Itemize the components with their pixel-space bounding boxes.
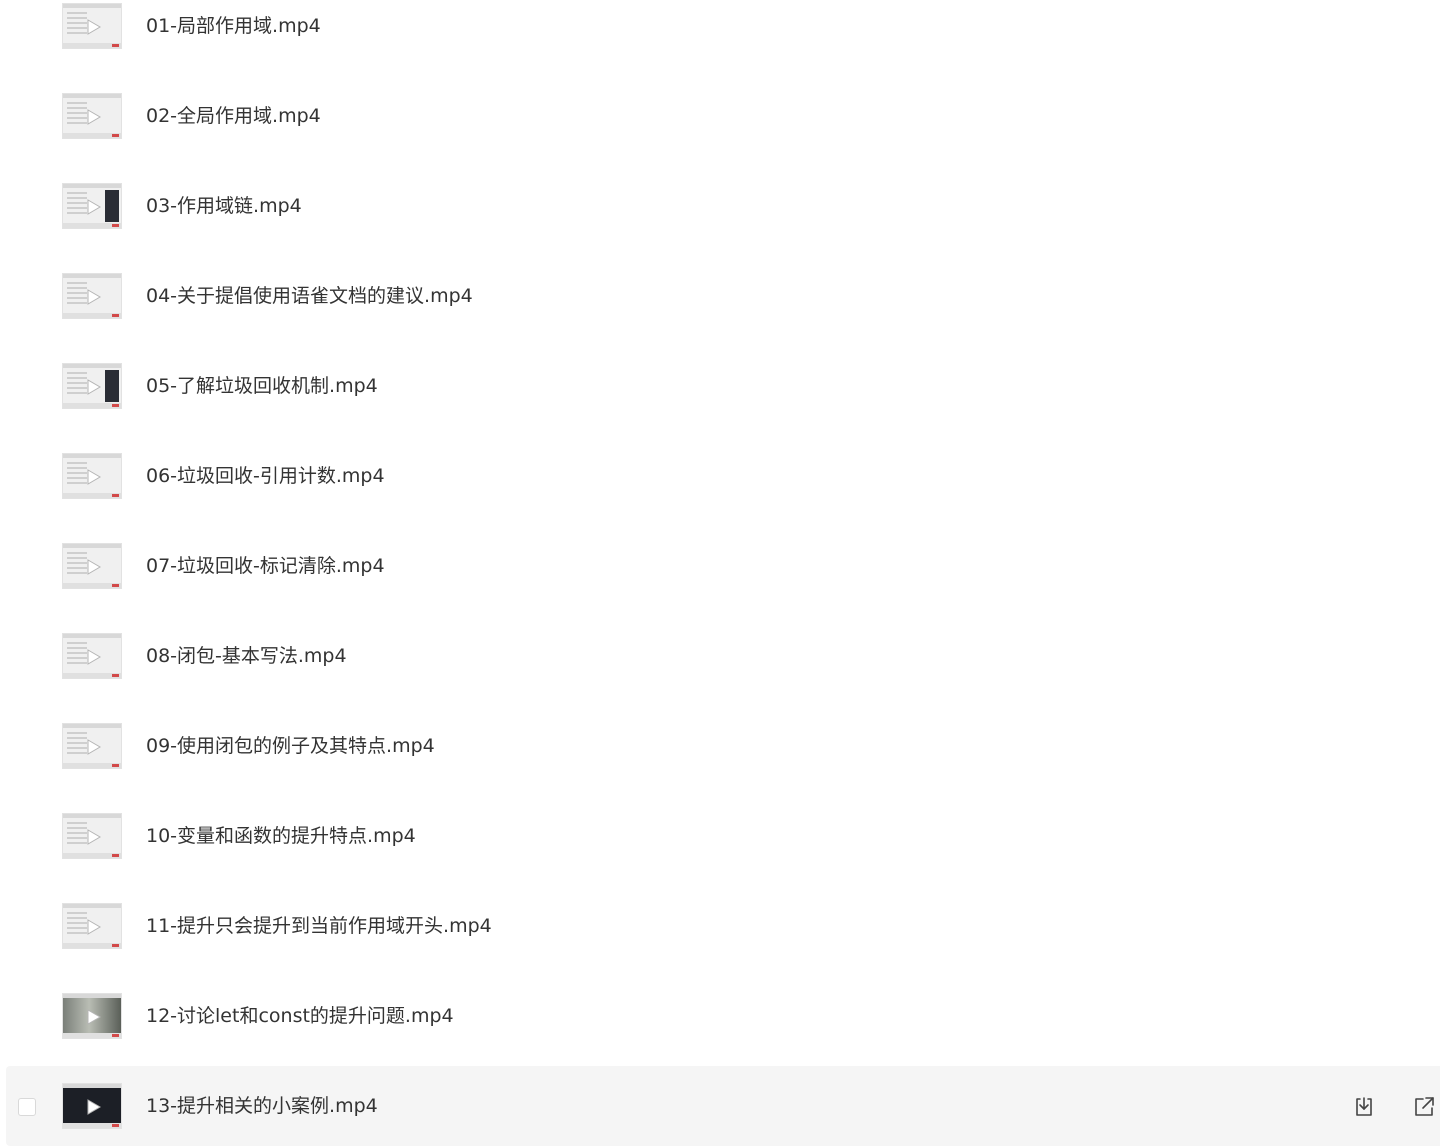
file-row[interactable]: 04-关于提倡使用语雀文档的建议.mp4 <box>6 256 1440 336</box>
play-icon <box>87 829 101 845</box>
video-thumbnail[interactable] <box>62 1083 122 1129</box>
file-name[interactable]: 11-提升只会提升到当前作用域开头.mp4 <box>146 914 492 938</box>
file-name[interactable]: 05-了解垃圾回收机制.mp4 <box>146 374 378 398</box>
play-icon <box>87 559 101 575</box>
play-icon <box>87 1099 101 1115</box>
file-row[interactable]: 10-变量和函数的提升特点.mp4 <box>6 796 1440 876</box>
play-icon <box>87 379 101 395</box>
file-name[interactable]: 12-讨论let和const的提升问题.mp4 <box>146 1004 454 1028</box>
file-row[interactable]: 03-作用域链.mp4 <box>6 166 1440 246</box>
file-row[interactable]: 06-垃圾回收-引用计数.mp4 <box>6 436 1440 516</box>
file-row[interactable]: 13-提升相关的小案例.mp4 <box>6 1066 1440 1146</box>
play-icon <box>87 109 101 125</box>
video-thumbnail[interactable] <box>62 363 122 409</box>
file-row[interactable]: 11-提升只会提升到当前作用域开头.mp4 <box>6 886 1440 966</box>
file-name[interactable]: 13-提升相关的小案例.mp4 <box>146 1094 378 1118</box>
file-row[interactable]: 09-使用闭包的例子及其特点.mp4 <box>6 706 1440 786</box>
file-row[interactable]: 02-全局作用域.mp4 <box>6 76 1440 156</box>
play-icon <box>87 739 101 755</box>
video-thumbnail[interactable] <box>62 723 122 769</box>
file-name[interactable]: 03-作用域链.mp4 <box>146 194 302 218</box>
video-thumbnail[interactable] <box>62 3 122 49</box>
video-thumbnail[interactable] <box>62 93 122 139</box>
video-thumbnail[interactable] <box>62 273 122 319</box>
file-list: 01-局部作用域.mp4 02-全局作用域.mp4 03-作用域链.mp4 04… <box>0 0 1440 1146</box>
file-name[interactable]: 01-局部作用域.mp4 <box>146 14 321 38</box>
file-name[interactable]: 02-全局作用域.mp4 <box>146 104 321 128</box>
external-link-icon <box>1415 1097 1434 1116</box>
file-name[interactable]: 07-垃圾回收-标记清除.mp4 <box>146 554 385 578</box>
play-icon <box>87 649 101 665</box>
row-checkbox[interactable] <box>18 1098 36 1116</box>
file-name[interactable]: 10-变量和函数的提升特点.mp4 <box>146 824 416 848</box>
file-row[interactable]: 08-闭包-基本写法.mp4 <box>6 616 1440 696</box>
play-icon <box>87 469 101 485</box>
file-name[interactable]: 09-使用闭包的例子及其特点.mp4 <box>146 734 435 758</box>
video-thumbnail[interactable] <box>62 183 122 229</box>
video-thumbnail[interactable] <box>62 633 122 679</box>
video-thumbnail[interactable] <box>62 453 122 499</box>
play-icon <box>87 199 101 215</box>
download-button[interactable] <box>1352 1095 1376 1119</box>
video-thumbnail[interactable] <box>62 993 122 1039</box>
share-button[interactable] <box>1412 1095 1436 1119</box>
play-icon <box>87 1009 101 1025</box>
download-icon <box>1356 1097 1372 1116</box>
play-icon <box>87 919 101 935</box>
video-thumbnail[interactable] <box>62 903 122 949</box>
file-row[interactable]: 07-垃圾回收-标记清除.mp4 <box>6 526 1440 606</box>
file-row[interactable]: 12-讨论let和const的提升问题.mp4 <box>6 976 1440 1056</box>
file-row[interactable]: 05-了解垃圾回收机制.mp4 <box>6 346 1440 426</box>
file-name[interactable]: 08-闭包-基本写法.mp4 <box>146 644 347 668</box>
play-icon <box>87 289 101 305</box>
file-name[interactable]: 06-垃圾回收-引用计数.mp4 <box>146 464 385 488</box>
play-icon <box>87 19 101 35</box>
file-row[interactable]: 01-局部作用域.mp4 <box>6 0 1440 66</box>
video-thumbnail[interactable] <box>62 543 122 589</box>
video-thumbnail[interactable] <box>62 813 122 859</box>
file-name[interactable]: 04-关于提倡使用语雀文档的建议.mp4 <box>146 284 473 308</box>
